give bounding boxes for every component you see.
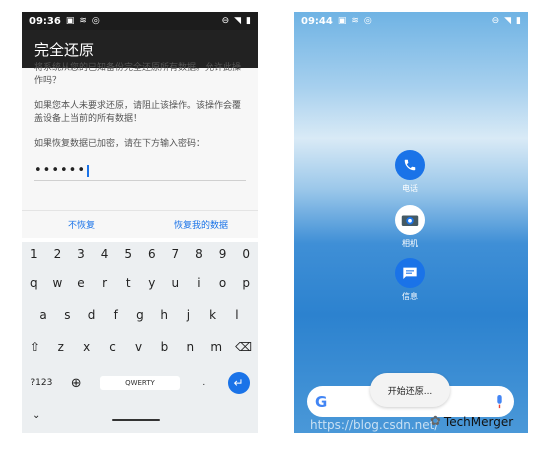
dialog-intro-text: 将系统从您的已知备份完全还原所有数据。允许此操作吗？ [34, 63, 242, 86]
key[interactable]: j [181, 308, 195, 322]
sync-icon: ◎ [363, 15, 372, 26]
app-label: 电话 [402, 184, 418, 193]
deny-restore-button[interactable]: 不恢复 [68, 218, 95, 231]
keyboard-function-row: ?123 ⊕ QWERTY . ↵ [22, 372, 258, 394]
key[interactable]: x [80, 340, 94, 354]
watermark-url: https://blog.csdn.net/ [310, 418, 439, 432]
key[interactable]: 0 [239, 247, 253, 261]
key[interactable]: 7 [168, 247, 182, 261]
soft-keyboard: 1 2 3 4 5 6 7 8 9 0 q w e r t y u i o p … [22, 242, 258, 405]
period-key[interactable]: . [197, 378, 211, 388]
keyboard-number-row: 1 2 3 4 5 6 7 8 9 0 [22, 247, 258, 261]
key[interactable]: 1 [27, 247, 41, 261]
key[interactable]: 8 [192, 247, 206, 261]
image-notification-icon: ▣ [337, 15, 347, 26]
key[interactable]: m [209, 340, 223, 354]
key[interactable]: a [36, 308, 50, 322]
password-underline [34, 180, 246, 181]
symbols-key[interactable]: ?123 [30, 378, 52, 388]
battery-icon: ▮ [516, 15, 521, 26]
wifi-icon: ◥ [504, 15, 512, 26]
brand-name: TechMerger [443, 414, 514, 429]
password-value: •••••• [34, 163, 87, 178]
chevron-down-icon[interactable]: ⌄ [32, 410, 40, 421]
app-messages[interactable]: 信息 [390, 258, 430, 302]
app-label: 相机 [402, 239, 418, 248]
key[interactable]: r [98, 276, 112, 290]
password-field[interactable]: •••••• [34, 164, 246, 177]
phone-icon [395, 150, 425, 180]
key[interactable]: i [192, 276, 206, 290]
key[interactable]: 9 [216, 247, 230, 261]
restore-toast: 开始还原... [370, 373, 450, 407]
key[interactable]: u [168, 276, 182, 290]
key[interactable]: d [85, 308, 99, 322]
restore-phone-screen: 09:36 ▣ ≋ ◎ ⊖ ◥ ▮ 完全还原 将系统从您的已知备份完全还原所有数… [22, 12, 258, 433]
wechat-icon: ✿ [430, 414, 441, 429]
dnd-icon: ⊖ [221, 15, 230, 26]
key[interactable]: v [132, 340, 146, 354]
key[interactable]: w [50, 276, 64, 290]
dialog-password-prompt: 如果恢复数据已加密，请在下方输入密码： [34, 139, 206, 149]
key[interactable]: 6 [145, 247, 159, 261]
dialog-warning-text: 如果您本人未要求还原，请阻止该操作。该操作会覆盖设备上当前的所有数据！ [34, 101, 242, 124]
key[interactable]: h [157, 308, 171, 322]
sync-icon: ◎ [91, 15, 100, 26]
key[interactable]: g [133, 308, 147, 322]
key[interactable]: n [183, 340, 197, 354]
shift-key-icon[interactable]: ⇧ [28, 340, 42, 354]
key[interactable]: p [239, 276, 253, 290]
enter-key-icon[interactable]: ↵ [227, 372, 250, 394]
key[interactable]: 2 [50, 247, 64, 261]
app-camera[interactable]: 相机 [390, 205, 430, 249]
key[interactable]: 5 [121, 247, 135, 261]
watermark-brand: ✿ TechMerger [430, 414, 513, 429]
restore-dialog: 将系统从您的已知备份完全还原所有数据。允许此操作吗？ 如果您本人未要求还原，请阻… [22, 63, 258, 210]
key[interactable]: f [109, 308, 123, 322]
wifi-notification-icon: ≋ [351, 15, 359, 26]
navigation-bar: ⌄ [22, 405, 258, 433]
space-key[interactable]: QWERTY [99, 376, 180, 390]
confirm-restore-button[interactable]: 恢复我的数据 [174, 218, 228, 231]
key[interactable]: b [157, 340, 171, 354]
messages-icon [395, 258, 425, 288]
key[interactable]: q [27, 276, 41, 290]
key[interactable]: o [216, 276, 230, 290]
status-bar: 09:44 ▣ ≋ ◎ ⊖ ◥ ▮ [294, 12, 528, 30]
key[interactable]: t [121, 276, 135, 290]
key[interactable]: e [74, 276, 88, 290]
dnd-icon: ⊖ [491, 15, 500, 26]
app-phone[interactable]: 电话 [390, 150, 430, 194]
key[interactable]: l [230, 308, 244, 322]
keyboard-home-row: a s d f g h j k l [22, 308, 258, 322]
image-notification-icon: ▣ [65, 15, 75, 26]
key[interactable]: k [206, 308, 220, 322]
app-label: 信息 [402, 292, 418, 301]
key[interactable]: c [106, 340, 120, 354]
key[interactable]: y [145, 276, 159, 290]
status-time: 09:36 [29, 15, 61, 27]
key[interactable]: s [60, 308, 74, 322]
home-gesture-handle[interactable] [112, 419, 160, 421]
status-bar: 09:36 ▣ ≋ ◎ ⊖ ◥ ▮ [22, 12, 258, 30]
keyboard-top-row: q w e r t y u i o p [22, 276, 258, 290]
keyboard-bottom-row: ⇧ z x c v b n m ⌫ [22, 340, 258, 354]
home-phone-screen: 09:44 ▣ ≋ ◎ ⊖ ◥ ▮ 电话 相机 信息 G 开始还原... [294, 12, 528, 433]
text-cursor [87, 164, 89, 177]
status-time: 09:44 [301, 15, 333, 27]
key[interactable]: 4 [98, 247, 112, 261]
key[interactable]: 3 [74, 247, 88, 261]
microphone-icon[interactable] [495, 394, 504, 413]
battery-icon: ▮ [246, 15, 251, 26]
wifi-notification-icon: ≋ [79, 15, 87, 26]
wifi-icon: ◥ [234, 15, 242, 26]
backspace-key-icon[interactable]: ⌫ [235, 340, 252, 354]
camera-icon [395, 205, 425, 235]
key[interactable]: z [54, 340, 68, 354]
language-globe-icon[interactable]: ⊕ [69, 376, 83, 391]
google-logo-icon: G [315, 393, 328, 411]
dialog-actions: 不恢复 恢复我的数据 [22, 210, 258, 238]
